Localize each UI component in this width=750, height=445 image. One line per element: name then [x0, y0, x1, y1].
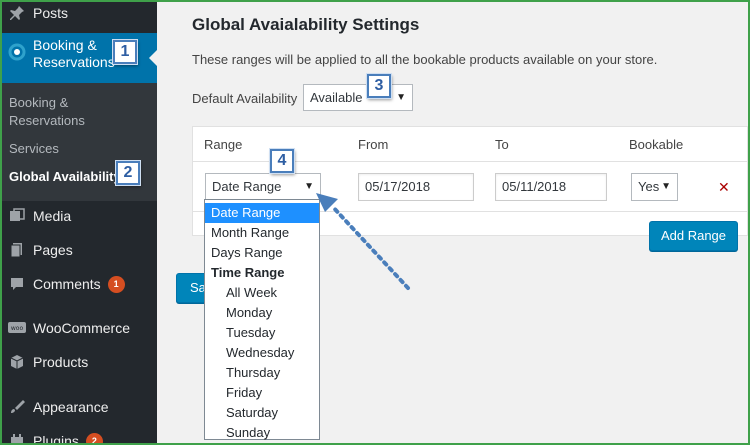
header-bookable: Bookable — [629, 137, 684, 152]
bookable-select[interactable]: Yes ▼ — [631, 173, 678, 201]
menu-booking-label: Booking & Reservations — [33, 37, 115, 70]
menu-plugins[interactable]: Plugins 2 — [2, 430, 157, 445]
add-range-button[interactable]: Add Range — [649, 221, 738, 251]
option-tuesday[interactable]: Tuesday — [205, 323, 319, 343]
woocommerce-icon: woo — [6, 317, 28, 339]
remove-icon[interactable]: ✕ — [718, 179, 730, 196]
submenu-global-availability[interactable]: Global Availability — [9, 168, 121, 186]
menu-media[interactable]: Media — [2, 205, 157, 227]
menu-appearance-label: Appearance — [33, 399, 109, 415]
chevron-down-icon: ▼ — [661, 181, 671, 192]
header-to: To — [495, 137, 509, 152]
annotation-3: 3 — [367, 74, 391, 98]
menu-appearance[interactable]: Appearance — [2, 396, 157, 418]
optgroup-time-range: Time Range — [211, 265, 285, 280]
appearance-icon — [6, 396, 28, 418]
bookable-value: Yes — [638, 179, 660, 194]
range-type-value: Date Range — [212, 179, 282, 194]
option-sunday[interactable]: Sunday — [205, 423, 319, 443]
submenu-services[interactable]: Services — [9, 140, 59, 158]
option-wednesday[interactable]: Wednesday — [205, 343, 319, 363]
option-date-range[interactable]: Date Range — [205, 203, 319, 223]
option-monday[interactable]: Monday — [205, 303, 319, 323]
option-month-range[interactable]: Month Range — [205, 223, 319, 243]
default-availability-value: Available — [310, 90, 363, 105]
option-all-week[interactable]: All Week — [205, 283, 319, 303]
products-icon — [6, 351, 28, 373]
range-type-select[interactable]: Date Range ▼ — [205, 173, 321, 200]
menu-comments[interactable]: Comments 1 — [2, 273, 157, 295]
admin-sidebar: Posts Booking & Reservations Booking & R… — [2, 2, 157, 445]
svg-text:woo: woo — [11, 325, 24, 332]
menu-posts[interactable]: Posts — [2, 2, 157, 24]
menu-woocommerce-label: WooCommerce — [33, 320, 130, 336]
range-type-dropdown-list: Date Range Month Range Days Range Time R… — [204, 199, 320, 440]
from-date-input[interactable]: 05/17/2018 — [358, 173, 474, 201]
menu-pages[interactable]: Pages — [2, 239, 157, 261]
header-range: Range — [204, 137, 243, 152]
page-description: These ranges will be applied to all the … — [192, 52, 658, 67]
submenu-booking-reservations[interactable]: Booking & Reservations — [9, 94, 99, 130]
default-availability-label: Default Availability — [192, 91, 298, 106]
plugins-icon — [6, 430, 28, 445]
plugins-count-badge: 2 — [85, 432, 103, 445]
option-days-range[interactable]: Days Range — [205, 243, 319, 263]
chevron-down-icon: ▼ — [396, 92, 406, 103]
comments-icon — [6, 273, 28, 295]
annotation-4: 4 — [270, 149, 294, 173]
menu-media-label: Media — [33, 208, 72, 224]
main-content: Global Avaialability Settings These rang… — [157, 2, 748, 443]
booking-icon — [6, 41, 28, 63]
annotation-2: 2 — [116, 161, 140, 185]
media-icon — [6, 205, 28, 227]
page-title: Global Avaialability Settings — [192, 15, 420, 34]
option-friday[interactable]: Friday — [205, 383, 319, 403]
chevron-down-icon: ▼ — [304, 181, 314, 192]
option-thursday[interactable]: Thursday — [205, 363, 319, 383]
annotation-1: 1 — [113, 40, 137, 64]
menu-posts-label: Posts — [33, 5, 69, 21]
menu-comments-label: Comments — [33, 276, 101, 292]
menu-products[interactable]: Products — [2, 351, 157, 373]
menu-pages-label: Pages — [33, 242, 73, 258]
to-date-input[interactable]: 05/11/2018 — [495, 173, 607, 201]
pages-icon — [6, 239, 28, 261]
comments-count-badge: 1 — [107, 275, 125, 293]
menu-plugins-label: Plugins — [33, 433, 79, 445]
default-availability-select[interactable]: Available ▼ — [303, 84, 413, 111]
menu-products-label: Products — [33, 354, 89, 370]
header-from: From — [358, 137, 389, 152]
menu-woocommerce[interactable]: woo WooCommerce — [2, 317, 157, 339]
pin-icon — [6, 2, 28, 24]
option-saturday[interactable]: Saturday — [205, 403, 319, 423]
